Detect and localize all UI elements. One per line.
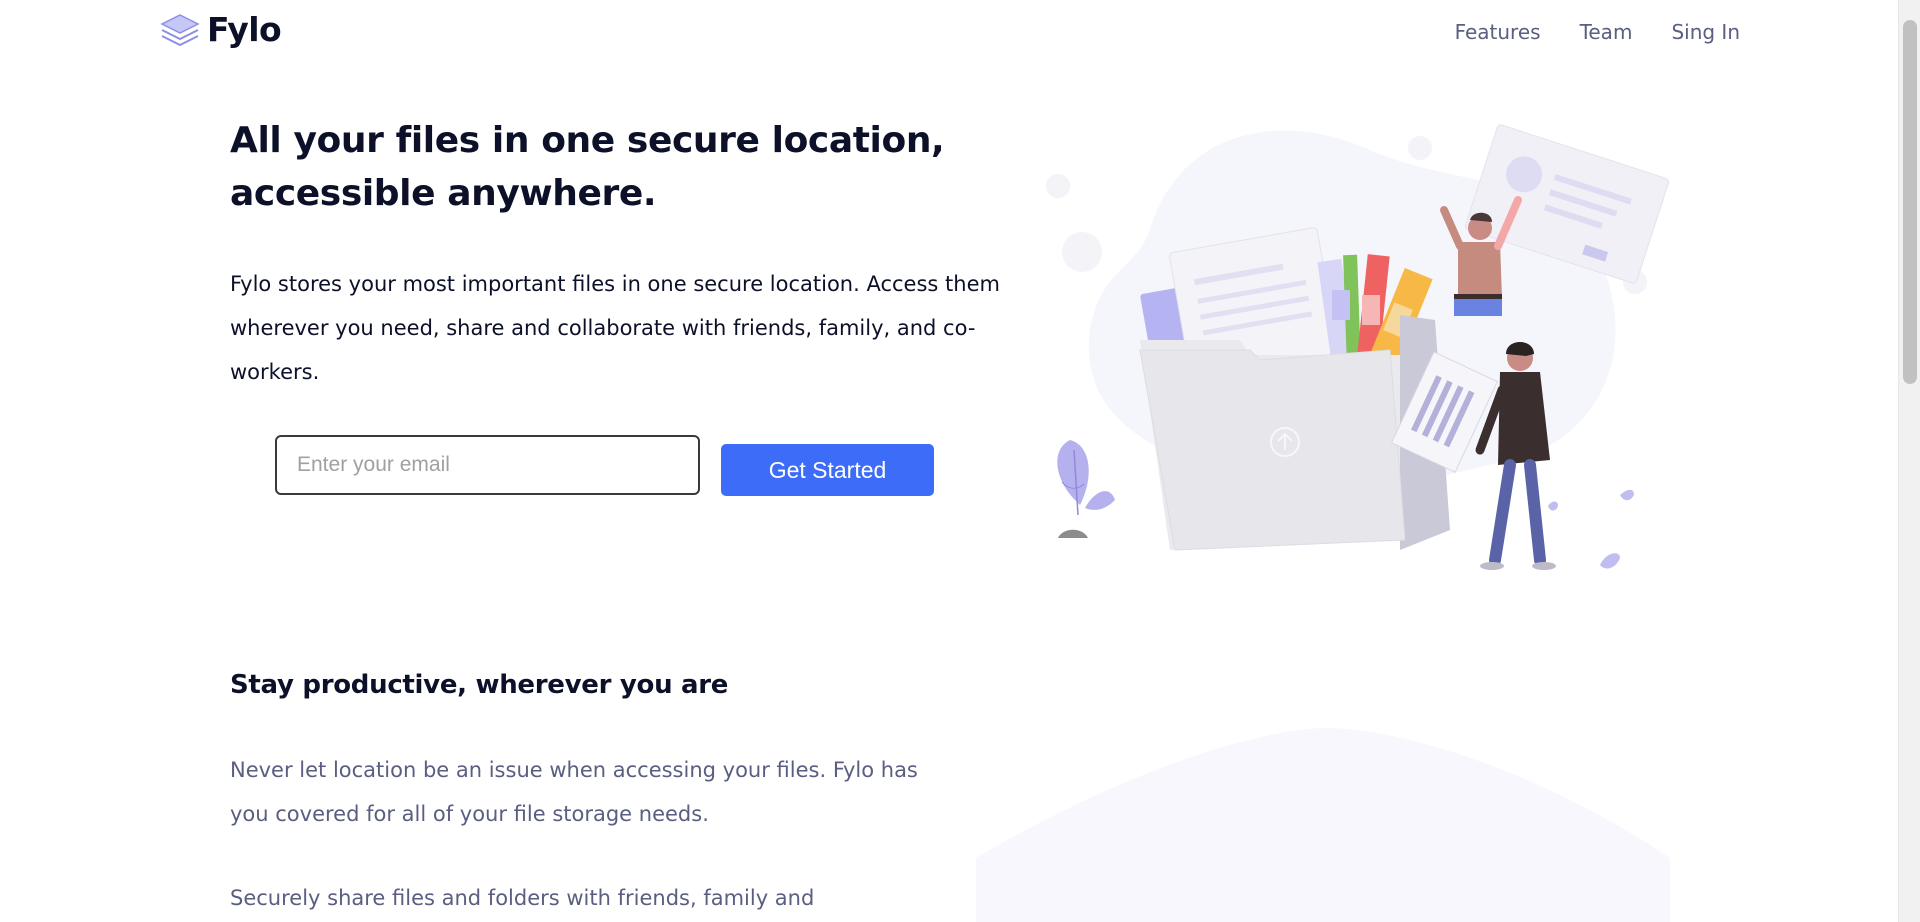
hero-illustration — [1046, 124, 1670, 570]
scrollbar-thumb[interactable] — [1903, 20, 1917, 384]
landing-page: Fylo Features Team Sing In All your file… — [0, 0, 1898, 922]
nav-item-sign-in[interactable]: Sing In — [1671, 20, 1740, 44]
hero-title: All your files in one secure location, a… — [230, 120, 945, 214]
productive-title: Stay productive, wherever you are — [230, 670, 729, 700]
vertical-scrollbar[interactable] — [1898, 0, 1920, 922]
productive-paragraph-1: Never let location be an issue when acce… — [230, 758, 918, 826]
nav-item-features[interactable]: Features — [1455, 20, 1541, 44]
productive-illustration-background — [976, 728, 1670, 922]
logo-text: Fylo — [207, 10, 282, 49]
stacked-layers-icon — [160, 13, 200, 46]
get-started-button[interactable]: Get Started — [721, 444, 934, 496]
main-nav: Features Team Sing In — [1455, 20, 1740, 44]
nav-item-team[interactable]: Team — [1580, 20, 1633, 44]
logo[interactable]: Fylo — [159, 10, 282, 49]
hero-description: Fylo stores your most important files in… — [230, 272, 1000, 384]
email-input[interactable] — [275, 435, 700, 495]
productive-paragraph-2: Securely share files and folders with fr… — [230, 886, 815, 910]
